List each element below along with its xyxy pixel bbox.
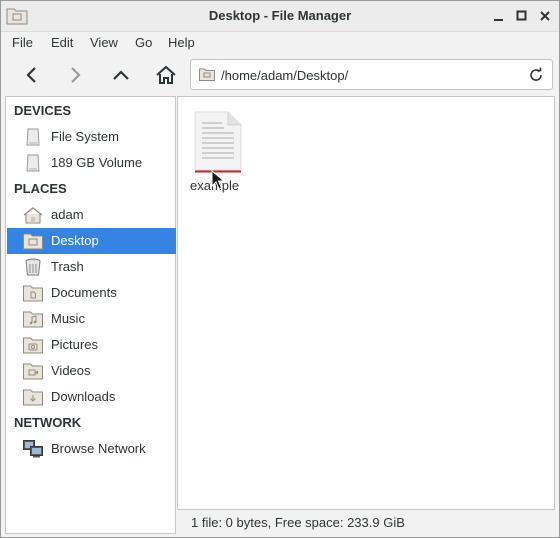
sidebar-item-label: Documents [51, 285, 117, 300]
up-arrow-icon [113, 70, 129, 80]
status-text: 1 file: 0 bytes, Free space: 233.9 GiB [191, 515, 405, 530]
back-arrow-icon [26, 67, 36, 83]
menu-file[interactable]: File [12, 35, 33, 50]
minimize-button[interactable] [489, 6, 509, 26]
forward-button[interactable] [57, 57, 93, 93]
forward-arrow-icon [71, 67, 81, 83]
music-folder-icon [23, 311, 43, 328]
location-bar[interactable]: /home/adam/Desktop/ [190, 59, 553, 90]
sidebar-item-label: Browse Network [51, 441, 146, 456]
home-folder-icon [23, 207, 43, 224]
file-view[interactable]: example [177, 96, 555, 510]
drive-icon [26, 154, 40, 172]
menu-view[interactable]: View [90, 35, 118, 50]
network-header: NETWORK [14, 415, 82, 430]
sidebar-item-label: Music [51, 311, 85, 326]
home-button[interactable] [148, 57, 184, 93]
sidebar: DEVICES File System 189 GB Volume PLACES… [5, 96, 176, 534]
menu-edit[interactable]: Edit [51, 35, 73, 50]
sidebar-item-music[interactable]: Music [7, 306, 176, 332]
mouse-cursor-icon [211, 170, 225, 190]
text-file-icon [194, 111, 242, 173]
sidebar-item-label: Downloads [51, 389, 116, 404]
sidebar-item-trash[interactable]: Trash [7, 254, 176, 280]
status-bar: 1 file: 0 bytes, Free space: 233.9 GiB [177, 510, 555, 536]
videos-folder-icon [23, 363, 43, 380]
sidebar-item-label: adam [51, 207, 84, 222]
sidebar-item-file-system[interactable]: File System [7, 124, 176, 150]
close-button[interactable] [535, 6, 555, 26]
sidebar-item-label: 189 GB Volume [51, 155, 143, 170]
sidebar-item-desktop[interactable]: Desktop [7, 228, 176, 254]
sidebar-item-label: Desktop [51, 233, 99, 248]
menu-help[interactable]: Help [168, 35, 195, 50]
drive-icon [26, 128, 40, 146]
sidebar-item-downloads[interactable]: Downloads [7, 384, 176, 410]
maximize-button[interactable] [512, 6, 532, 26]
window-title: Desktop - File Manager [208, 8, 352, 23]
sidebar-item-label: Videos [51, 363, 91, 378]
close-icon [540, 11, 550, 21]
sidebar-item-pictures[interactable]: Pictures [7, 332, 176, 358]
toolbar: /home/adam/Desktop/ [1, 55, 559, 95]
menu-bar: File Edit View Go Help [1, 32, 559, 54]
maximize-icon [516, 10, 527, 21]
sidebar-item-label: Pictures [51, 337, 98, 352]
sidebar-item-browse-network[interactable]: Browse Network [7, 436, 176, 462]
documents-folder-icon [23, 285, 43, 302]
up-button[interactable] [103, 57, 139, 93]
network-icon [23, 440, 43, 458]
sidebar-item-189gb-volume[interactable]: 189 GB Volume [7, 150, 176, 176]
pictures-folder-icon [23, 337, 43, 354]
sidebar-item-videos[interactable]: Videos [7, 358, 176, 384]
title-bar[interactable]: Desktop - File Manager [1, 1, 559, 32]
devices-header: DEVICES [14, 103, 72, 118]
menu-go[interactable]: Go [135, 35, 152, 50]
file-manager-window: Desktop - File Manager File Edit View Go… [0, 0, 560, 538]
location-path[interactable]: /home/adam/Desktop/ [221, 68, 348, 83]
sidebar-item-documents[interactable]: Documents [7, 280, 176, 306]
trash-icon [25, 258, 41, 276]
sidebar-item-adam[interactable]: adam [7, 202, 176, 228]
back-button[interactable] [14, 57, 50, 93]
refresh-icon[interactable] [528, 67, 544, 83]
desktop-folder-icon [199, 68, 215, 81]
places-header: PLACES [14, 181, 67, 196]
sidebar-item-label: Trash [51, 259, 84, 274]
minimize-icon [494, 19, 503, 21]
home-icon [156, 65, 176, 84]
sidebar-item-label: File System [51, 129, 119, 144]
downloads-folder-icon [23, 389, 43, 406]
desktop-folder-icon [23, 233, 43, 250]
